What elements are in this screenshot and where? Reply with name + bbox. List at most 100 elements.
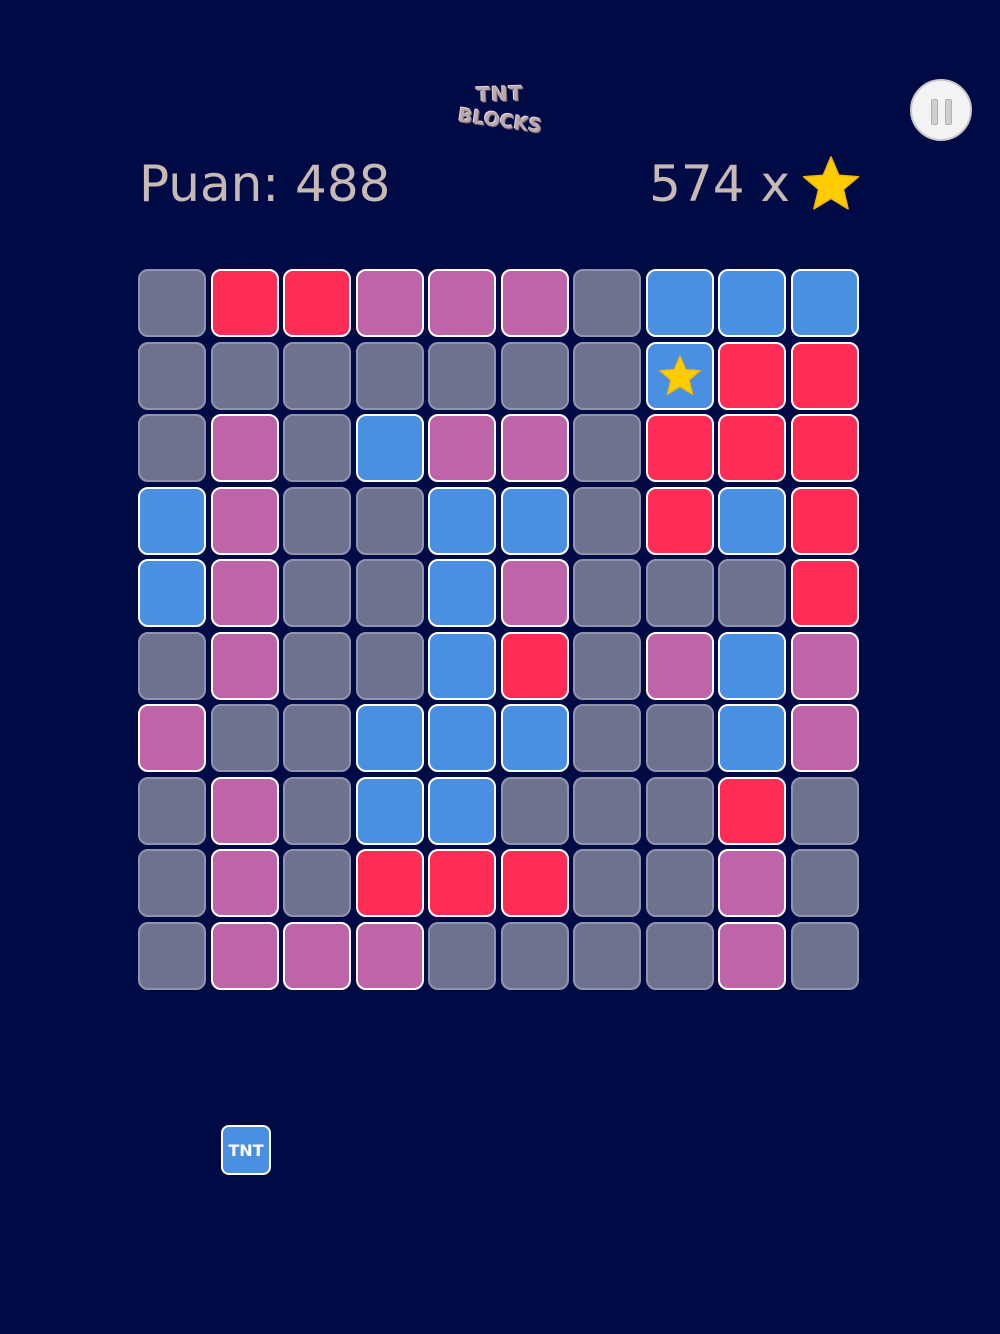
board-tile-blue[interactable] <box>645 269 714 337</box>
board-tile-purple[interactable] <box>790 704 859 772</box>
board-tile-gray[interactable] <box>283 559 351 627</box>
board-tile-gray[interactable] <box>138 341 206 410</box>
board-tile-red[interactable] <box>428 849 496 917</box>
board-tile-gray[interactable] <box>138 921 206 990</box>
board-tile-blue[interactable] <box>428 776 496 845</box>
board-tile-red[interactable] <box>283 269 351 337</box>
board-tile-purple[interactable] <box>428 269 496 337</box>
board-tile-gray[interactable] <box>790 849 859 917</box>
board-tile-blue[interactable] <box>500 704 569 772</box>
board-tile-gray[interactable] <box>355 631 424 700</box>
board-tile-gray[interactable] <box>283 414 351 482</box>
board-tile-red[interactable] <box>790 559 859 627</box>
board-tile-gray[interactable] <box>355 486 424 555</box>
board-tile-gray[interactable] <box>283 849 351 917</box>
board-tile-red[interactable] <box>790 341 859 410</box>
board-tile-gray[interactable] <box>573 341 641 410</box>
board-tile-gray[interactable] <box>500 776 569 845</box>
board-tile-gray[interactable] <box>573 704 641 772</box>
board-tile-red[interactable] <box>355 849 424 917</box>
board-tile-gray[interactable] <box>500 341 569 410</box>
board-tile-gray[interactable] <box>573 559 641 627</box>
board-tile-gray[interactable] <box>645 704 714 772</box>
board-tile-gray[interactable] <box>355 559 424 627</box>
board-tile-gray[interactable] <box>138 269 206 337</box>
board-tile-blue[interactable] <box>790 269 859 337</box>
board-tile-gray[interactable] <box>210 704 279 772</box>
board-tile-blue[interactable] <box>428 486 496 555</box>
board-tile-red[interactable] <box>645 414 714 482</box>
board-tile-purple[interactable] <box>355 269 424 337</box>
board-tile-gray[interactable] <box>645 849 714 917</box>
board-tile-gray[interactable] <box>210 341 279 410</box>
board-tile-purple[interactable] <box>210 559 279 627</box>
board-tile-red[interactable] <box>718 776 786 845</box>
board-tile-gray[interactable] <box>645 921 714 990</box>
board-tile-blue[interactable] <box>355 776 424 845</box>
board-tile-gray[interactable] <box>138 849 206 917</box>
board-tile-blue[interactable] <box>138 486 206 555</box>
board-tile-purple[interactable] <box>500 269 569 337</box>
pause-button[interactable] <box>910 79 972 141</box>
board-tile-blue[interactable] <box>718 704 786 772</box>
board-tile-gray[interactable] <box>790 776 859 845</box>
board-tile-gray[interactable] <box>790 921 859 990</box>
board-tile-gray[interactable] <box>573 849 641 917</box>
board-tile-gray[interactable] <box>283 486 351 555</box>
board-tile-gray[interactable] <box>355 341 424 410</box>
board-tile-gray[interactable] <box>428 341 496 410</box>
board-tile-gray[interactable] <box>500 921 569 990</box>
board-tile-purple[interactable] <box>645 631 714 700</box>
board-tile-purple[interactable] <box>210 849 279 917</box>
board-tile-gray[interactable] <box>573 269 641 337</box>
board-tile-purple[interactable] <box>718 921 786 990</box>
board-tile-red[interactable] <box>645 486 714 555</box>
board-tile-purple[interactable] <box>428 414 496 482</box>
board-tile-gray[interactable] <box>573 414 641 482</box>
board-tile-gray[interactable] <box>138 776 206 845</box>
board-tile-purple[interactable] <box>210 776 279 845</box>
tnt-button[interactable]: TNT <box>221 1125 271 1175</box>
board-tile-blue[interactable] <box>718 631 786 700</box>
board-tile-gray[interactable] <box>573 921 641 990</box>
board-tile-blue[interactable] <box>355 414 424 482</box>
board-tile-gray[interactable] <box>283 704 351 772</box>
board-tile-gray[interactable] <box>573 631 641 700</box>
board-tile-gray[interactable] <box>573 486 641 555</box>
board-tile-purple[interactable] <box>718 849 786 917</box>
board-tile-blue[interactable] <box>138 559 206 627</box>
board-tile-red[interactable] <box>718 341 786 410</box>
board-tile-red[interactable] <box>210 269 279 337</box>
board-tile-blue[interactable] <box>718 486 786 555</box>
board-tile-purple[interactable] <box>283 921 351 990</box>
board-tile-purple[interactable] <box>500 559 569 627</box>
board-tile-gray[interactable] <box>645 559 714 627</box>
board-tile-gray[interactable] <box>428 921 496 990</box>
board-tile-gray[interactable] <box>138 414 206 482</box>
board-tile-red[interactable] <box>718 414 786 482</box>
board-tile-blue[interactable] <box>500 486 569 555</box>
board-tile-blue[interactable] <box>428 704 496 772</box>
board-tile-gray[interactable] <box>283 631 351 700</box>
board-tile-blue[interactable] <box>428 631 496 700</box>
board-tile-purple[interactable] <box>210 631 279 700</box>
board-tile-gray[interactable] <box>138 631 206 700</box>
board-tile-purple[interactable] <box>210 921 279 990</box>
board-tile-gray[interactable] <box>283 341 351 410</box>
board-tile-gray[interactable] <box>718 559 786 627</box>
board-tile-purple[interactable] <box>210 486 279 555</box>
board-tile-purple[interactable] <box>210 414 279 482</box>
board-tile-purple[interactable] <box>138 704 206 772</box>
board-tile-gray[interactable] <box>645 776 714 845</box>
board-tile-blue[interactable] <box>355 704 424 772</box>
board-tile-blue[interactable] <box>428 559 496 627</box>
board-tile-red[interactable] <box>500 849 569 917</box>
board-tile-purple[interactable] <box>500 414 569 482</box>
board-tile-blue[interactable] <box>718 269 786 337</box>
board-tile-red[interactable] <box>500 631 569 700</box>
board-tile-red[interactable] <box>790 486 859 555</box>
board-tile-purple[interactable] <box>790 631 859 700</box>
board-tile-blue[interactable] <box>645 341 714 410</box>
board-tile-red[interactable] <box>790 414 859 482</box>
board-tile-gray[interactable] <box>283 776 351 845</box>
